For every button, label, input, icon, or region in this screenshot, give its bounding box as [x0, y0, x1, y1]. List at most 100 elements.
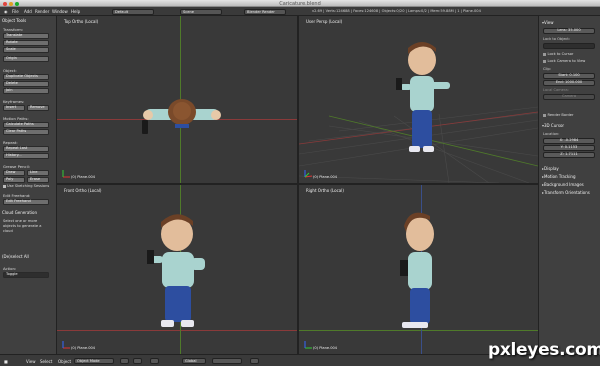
- background-images-panel-title[interactable]: Background Images: [542, 182, 584, 187]
- tool-shelf: Object Tools Transform: Translate Rotate…: [0, 16, 57, 354]
- viewport-right-ortho[interactable]: Right Ortho (Local) (0) Plane.004: [299, 185, 538, 354]
- character-persp-view: [396, 42, 450, 152]
- grease-pencil-section-label: Grease Pencil:: [3, 164, 30, 169]
- action-select[interactable]: Toggle: [3, 272, 49, 278]
- rotate-button[interactable]: Rotate: [3, 40, 49, 46]
- history-button[interactable]: History...: [3, 153, 49, 159]
- cloud-hint-text: Select one or more objects to generate a…: [3, 219, 42, 233]
- lock-camera-checkbox[interactable]: Lock Camera to View: [543, 59, 586, 63]
- axis-gizmo-icon: [62, 170, 70, 178]
- menu-help[interactable]: Help: [71, 9, 80, 14]
- manipulator-toggle[interactable]: [150, 357, 159, 364]
- shading-select[interactable]: [120, 357, 129, 364]
- properties-panel: View Lens: 35.000 Lock to Object: Lock t…: [538, 16, 600, 354]
- edit-freehand-button[interactable]: Edit Freehand: [3, 199, 49, 205]
- scene-stats: v2.69 | Verts:124688 | Faces:124608 | Ob…: [312, 9, 481, 13]
- viewport-label: Front Ortho (Local): [64, 188, 102, 193]
- clear-paths-button[interactable]: Clear Paths: [3, 129, 49, 135]
- draw-button[interactable]: Draw: [3, 170, 25, 176]
- last-operator-title[interactable]: (De)select All: [2, 254, 29, 259]
- origin-button[interactable]: Origin: [3, 56, 49, 62]
- location-label: Location:: [543, 132, 560, 136]
- lock-to-cursor-checkbox[interactable]: Lock to Cursor: [543, 52, 574, 56]
- view-panel-title[interactable]: View: [542, 20, 554, 25]
- edit-freehand-section-label: Edit Freehand:: [3, 193, 31, 198]
- poly-button[interactable]: Poly: [3, 177, 25, 183]
- keyframes-section-label: Keyframes:: [3, 99, 25, 104]
- mode-select[interactable]: Object Mode: [74, 357, 114, 364]
- cursor-y-field[interactable]: Y: 0.1153: [543, 145, 595, 151]
- duplicate-objects-button[interactable]: Duplicate Objects: [3, 74, 49, 80]
- display-panel-title[interactable]: Display: [542, 166, 559, 171]
- viewport-divider[interactable]: [57, 183, 538, 185]
- line-button[interactable]: Line: [27, 170, 49, 176]
- object-section-label: Object:: [3, 68, 17, 73]
- character-top-view: [142, 99, 221, 134]
- object-tools-title[interactable]: Object Tools: [2, 18, 26, 23]
- menu-view[interactable]: View: [26, 359, 36, 364]
- active-object-label: (0) Plane.004: [71, 175, 96, 179]
- cloud-generation-title[interactable]: Cloud Generation: [2, 210, 37, 215]
- window-title: Caricature.blend: [279, 0, 321, 7]
- layers-grid[interactable]: [212, 357, 242, 364]
- viewport-label: Right Ortho (Local): [306, 188, 344, 193]
- delete-button[interactable]: Delete: [3, 81, 49, 87]
- action-label: Action:: [3, 266, 17, 271]
- scene-select[interactable]: Scene: [180, 8, 222, 15]
- clip-label: Clip:: [543, 67, 551, 71]
- local-camera-label: Local Camera:: [543, 88, 569, 92]
- cursor-z-field[interactable]: Z: 1.7111: [543, 152, 595, 158]
- menu-render[interactable]: Render: [35, 9, 49, 14]
- viewport-label: Top Ortho (Local): [64, 19, 99, 24]
- scale-button[interactable]: Scale: [3, 47, 49, 53]
- axis-gizmo-icon: [304, 341, 312, 349]
- character-side-view: [400, 212, 434, 328]
- lock-object-field[interactable]: [543, 43, 595, 49]
- insert-keyframe-button[interactable]: Insert: [3, 105, 25, 111]
- active-object-label: (0) Plane.004: [313, 175, 338, 179]
- character-front-view: [147, 214, 205, 327]
- clip-start-field[interactable]: Start: 0.100: [543, 73, 595, 79]
- lens-field[interactable]: Lens: 35.000: [543, 28, 595, 34]
- screen-layout-select[interactable]: Default: [112, 8, 154, 15]
- snap-toggle[interactable]: [250, 357, 259, 364]
- viewport-front-ortho[interactable]: Front Ortho (Local) (0) Plane.004: [57, 185, 297, 354]
- viewport-divider[interactable]: [297, 16, 299, 354]
- cursor-panel-title[interactable]: 3D Cursor: [542, 123, 564, 128]
- watermark: pxleyes.com: [488, 340, 600, 360]
- menu-select[interactable]: Select: [40, 359, 52, 364]
- use-sketching-checkbox[interactable]: Use Sketching Sessions: [3, 184, 49, 188]
- pivot-select[interactable]: [133, 357, 142, 364]
- viewport-user-persp[interactable]: User Persp (Local) (0) Plane.004: [299, 16, 538, 183]
- transform-orientation-select[interactable]: Global: [182, 357, 206, 364]
- repeat-last-button[interactable]: Repeat Last: [3, 146, 49, 152]
- cursor-x-field[interactable]: X: -0.2984: [543, 138, 595, 144]
- transform-orientations-panel-title[interactable]: Transform Orientations: [542, 190, 590, 195]
- erase-button[interactable]: Erase: [27, 177, 49, 183]
- axis-gizmo-icon: [62, 341, 70, 349]
- clip-end-field[interactable]: End: 1000.000: [543, 80, 595, 86]
- transform-section-label: Transform:: [3, 27, 24, 32]
- window-titlebar: Caricature.blend: [0, 0, 600, 7]
- info-header: ◉ File Add Render Window Help Default Sc…: [0, 7, 600, 16]
- local-camera-field[interactable]: Camera: [543, 94, 595, 100]
- menu-object[interactable]: Object: [58, 359, 71, 364]
- active-object-label: (0) Plane.004: [313, 346, 338, 350]
- translate-button[interactable]: Translate: [3, 33, 49, 39]
- blender-logo-icon[interactable]: ◉: [4, 9, 8, 14]
- motion-tracking-panel-title[interactable]: Motion Tracking: [542, 174, 575, 179]
- repeat-section-label: Repeat:: [3, 140, 18, 145]
- remove-keyframe-button[interactable]: Remove: [27, 105, 49, 111]
- axis-gizmo-icon: [304, 170, 313, 178]
- editor-type-icon[interactable]: ■: [4, 359, 8, 364]
- calculate-paths-button[interactable]: Calculate Paths: [3, 122, 49, 128]
- join-button[interactable]: Join: [3, 88, 49, 94]
- viewport-top-ortho[interactable]: Top Ortho (Local) (0) Plane.004: [57, 16, 297, 183]
- viewport-label: User Persp (Local): [306, 19, 343, 24]
- menu-file[interactable]: File: [12, 9, 19, 14]
- menu-window[interactable]: Window: [52, 9, 68, 14]
- menu-add[interactable]: Add: [24, 9, 32, 14]
- render-border-checkbox[interactable]: Render Border: [543, 113, 574, 117]
- render-engine-select[interactable]: Blender Render: [244, 8, 286, 15]
- lock-to-object-label: Lock to Object:: [543, 37, 571, 41]
